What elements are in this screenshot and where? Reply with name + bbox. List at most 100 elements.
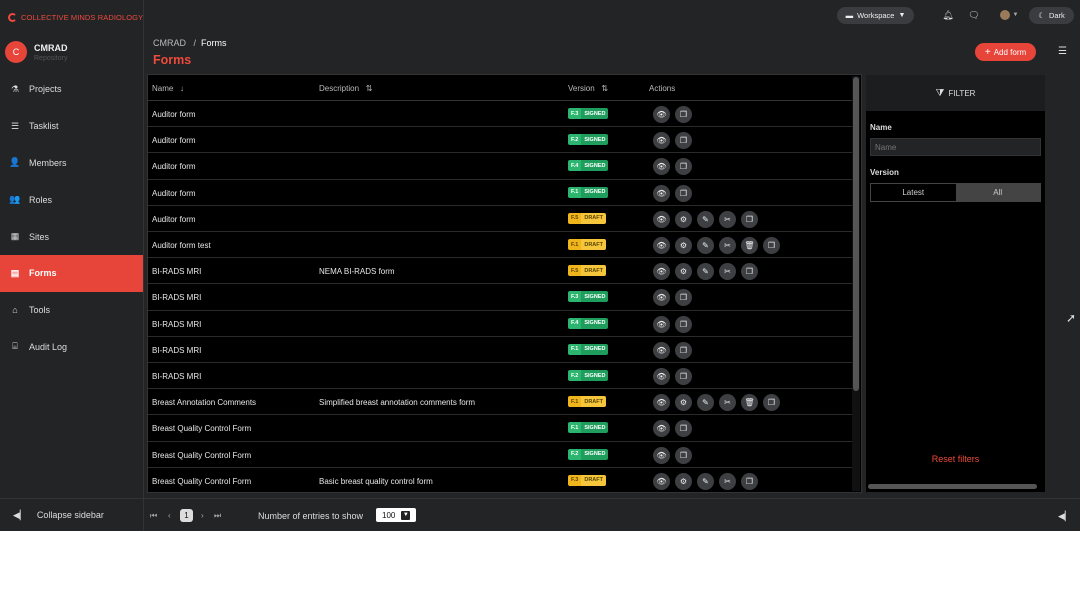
table-row[interactable]: Auditor form F.4 SIGNED 👁︎ ❐: [148, 153, 853, 180]
entries-select[interactable]: 100 ▼: [376, 508, 416, 522]
org-switcher[interactable]: C CMRAD Repository: [5, 41, 68, 63]
reset-filters-link[interactable]: Reset filters: [866, 454, 1045, 464]
copy-icon[interactable]: ❐: [675, 158, 692, 176]
version-option-all[interactable]: All: [955, 184, 1040, 201]
sidebar-item-forms[interactable]: ▤ Forms: [0, 254, 143, 292]
copy-icon[interactable]: ❐: [741, 210, 758, 228]
view-icon[interactable]: 👁︎: [653, 132, 670, 150]
delete-icon[interactable]: 🗑︎: [741, 394, 758, 412]
theme-toggle[interactable]: ☾ Dark: [1029, 7, 1074, 24]
table-row[interactable]: Breast Quality Control Form F.2 SIGNED 👁︎ ❐: [148, 442, 853, 468]
table-row[interactable]: BI-RADS MRI NEMA BI-RADS form F.5 DRAFT 👁︎ ⚙ ✎…: [148, 258, 853, 285]
cell-name: BI-RADS MRI: [152, 293, 202, 303]
edit-icon[interactable]: ✎: [697, 210, 714, 228]
view-icon[interactable]: 👁︎: [653, 420, 670, 438]
sign-icon[interactable]: ✂: [719, 394, 736, 412]
copy-icon[interactable]: ❐: [741, 472, 758, 490]
view-icon[interactable]: 👁︎: [653, 368, 670, 385]
table-row[interactable]: BI-RADS MRI F.4 SIGNED 👁︎ ❐: [148, 311, 853, 337]
filter-name-input[interactable]: [870, 138, 1041, 156]
table-row[interactable]: BI-RADS MRI F.3 SIGNED 👁︎ ❐: [148, 284, 853, 311]
view-icon[interactable]: 👁︎: [653, 263, 670, 281]
settings-icon[interactable]: ⚙: [675, 394, 692, 412]
view-icon[interactable]: 👁︎: [653, 289, 670, 307]
sidebar-item-sites[interactable]: ▦ Sites: [0, 218, 143, 255]
prev-page-button[interactable]: ‹: [168, 511, 171, 520]
view-icon[interactable]: 👁︎: [653, 237, 670, 254]
view-icon[interactable]: 👁︎: [653, 341, 670, 359]
user-menu[interactable]: ▼: [997, 9, 1021, 21]
settings-icon[interactable]: ⚙: [675, 237, 692, 254]
settings-icon[interactable]: ⚙: [675, 472, 692, 490]
copy-icon[interactable]: ❐: [675, 315, 692, 333]
edit-icon[interactable]: ✎: [697, 263, 714, 281]
copy-icon[interactable]: ❐: [675, 106, 692, 123]
sidebar-item-roles[interactable]: 👥 Roles: [0, 181, 143, 218]
sidebar-item-members[interactable]: 👤 Members: [0, 145, 143, 182]
copy-icon[interactable]: ❐: [763, 237, 780, 254]
collapse-filter-icon[interactable]: ◀▏: [1058, 511, 1072, 522]
copy-icon[interactable]: ❐: [675, 341, 692, 359]
view-icon[interactable]: 👁︎: [653, 106, 670, 123]
view-icon[interactable]: 👁︎: [653, 210, 670, 228]
edit-icon[interactable]: ✎: [697, 472, 714, 490]
copy-icon[interactable]: ❐: [741, 263, 758, 281]
sidebar-item-tasklist[interactable]: ☰ Tasklist: [0, 108, 143, 145]
sidebar-item-tools[interactable]: ⌂ Tools: [0, 292, 143, 329]
notifications-bell-icon[interactable]: 🔔︎: [942, 9, 954, 21]
filter-scrollbar[interactable]: [868, 484, 1037, 489]
sidebar-item-projects[interactable]: ⚗ Projects: [0, 71, 143, 108]
column-menu-icon[interactable]: ☰: [1058, 46, 1070, 58]
sign-icon[interactable]: ✂: [719, 210, 736, 228]
column-header-name[interactable]: Name ↓: [152, 84, 184, 93]
first-page-button[interactable]: ⏮: [150, 511, 157, 521]
current-page[interactable]: 1: [180, 509, 193, 522]
copy-icon[interactable]: ❐: [675, 446, 692, 464]
view-icon[interactable]: 👁︎: [653, 184, 670, 202]
version-number: F.3: [568, 291, 582, 303]
table-row[interactable]: Breast Annotation Comments Simplified bre…: [148, 389, 853, 416]
table-row[interactable]: BI-RADS MRI F.1 SIGNED 👁︎ ❐: [148, 337, 853, 363]
view-icon[interactable]: 👁︎: [653, 394, 670, 412]
table-row[interactable]: Breast Quality Control Form Basic breast …: [148, 468, 853, 492]
next-page-button[interactable]: ›: [201, 511, 204, 520]
column-header-description[interactable]: Description ⇅: [319, 84, 372, 93]
sign-icon[interactable]: ✂: [719, 263, 736, 281]
brand-logo[interactable]: COLLECTIVE MINDS RADIOLOGY: [8, 10, 143, 24]
column-header-version[interactable]: Version ⇅: [568, 84, 608, 93]
breadcrumb-root[interactable]: CMRAD: [153, 38, 186, 48]
table-row[interactable]: Auditor form F.2 SIGNED 👁︎ ❐: [148, 127, 853, 154]
copy-icon[interactable]: ❐: [675, 132, 692, 150]
settings-icon[interactable]: ⚙: [675, 263, 692, 281]
view-icon[interactable]: 👁︎: [653, 315, 670, 333]
last-page-button[interactable]: ⏭: [214, 511, 221, 521]
view-icon[interactable]: 👁︎: [653, 158, 670, 176]
copy-icon[interactable]: ❐: [675, 289, 692, 307]
collapse-sidebar-button[interactable]: ◀▏ Collapse sidebar: [0, 498, 143, 531]
table-scrollbar-thumb[interactable]: [853, 77, 859, 391]
table-row[interactable]: Auditor form test F.1 DRAFT 👁︎ ⚙ ✎ ✂ 🗑︎ ❐: [148, 232, 853, 259]
version-option-latest[interactable]: Latest: [871, 184, 956, 201]
table-row[interactable]: BI-RADS MRI F.2 SIGNED 👁︎ ❐: [148, 363, 853, 390]
delete-icon[interactable]: 🗑︎: [741, 237, 758, 254]
table-row[interactable]: Auditor form F.5 DRAFT 👁︎ ⚙ ✎ ✂ ❐: [148, 206, 853, 232]
table-row[interactable]: Auditor form F.1 SIGNED 👁︎ ❐: [148, 180, 853, 206]
table-row[interactable]: Breast Quality Control Form F.1 SIGNED 👁︎ ❐: [148, 415, 853, 442]
copy-icon[interactable]: ❐: [675, 420, 692, 438]
copy-icon[interactable]: ❐: [675, 368, 692, 385]
sign-icon[interactable]: ✂: [719, 472, 736, 490]
add-form-button[interactable]: + Add form: [975, 43, 1036, 61]
copy-icon[interactable]: ❐: [763, 394, 780, 412]
edit-icon[interactable]: ✎: [697, 237, 714, 254]
messages-icon[interactable]: 🗨︎: [968, 9, 980, 21]
sign-icon[interactable]: ✂: [719, 237, 736, 254]
column-header-actions: Actions: [649, 84, 675, 93]
sidebar-item-audit-log[interactable]: ⌸ Audit Log: [0, 329, 143, 366]
settings-icon[interactable]: ⚙: [675, 210, 692, 228]
view-icon[interactable]: 👁︎: [653, 446, 670, 464]
workspace-dropdown[interactable]: ▬ Workspace ▼: [837, 7, 914, 24]
table-row[interactable]: Auditor form F.3 SIGNED 👁︎ ❐: [148, 101, 853, 128]
copy-icon[interactable]: ❐: [675, 184, 692, 202]
view-icon[interactable]: 👁︎: [653, 472, 670, 490]
edit-icon[interactable]: ✎: [697, 394, 714, 412]
